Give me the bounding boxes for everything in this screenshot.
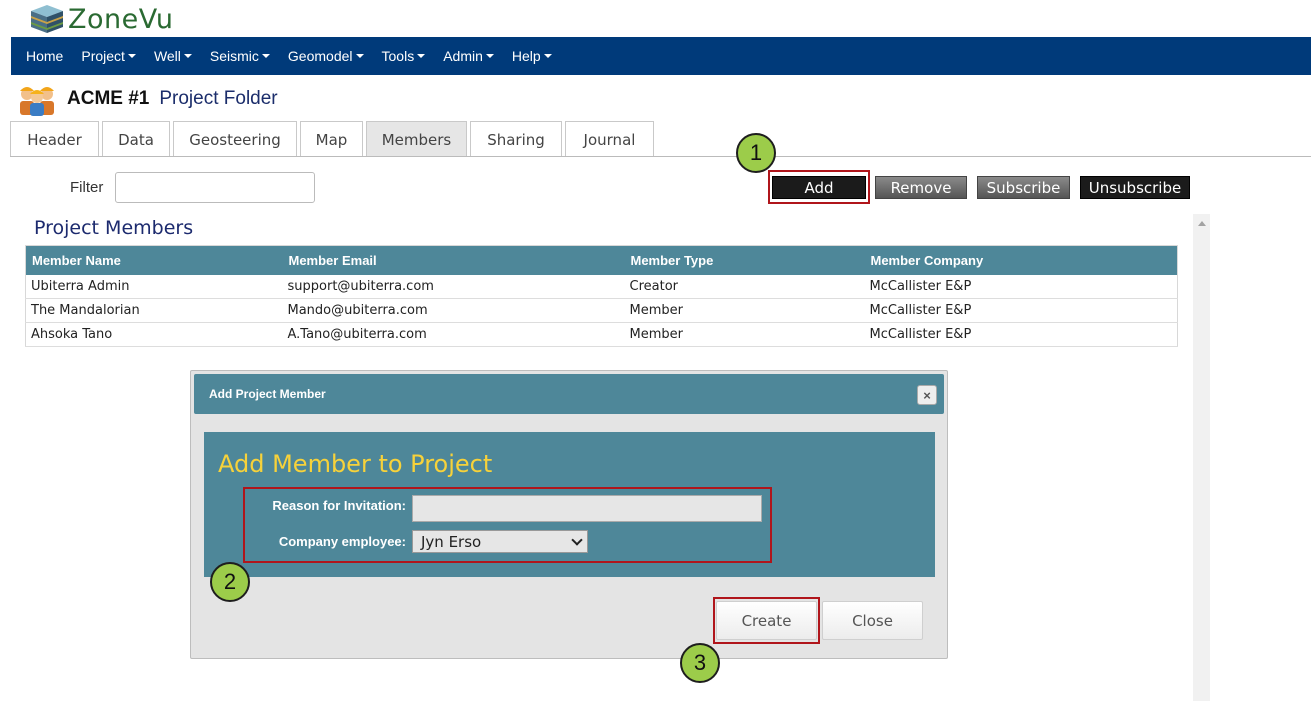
caret-down-icon bbox=[417, 54, 426, 58]
project-team-icon bbox=[17, 82, 59, 116]
scroll-up-icon[interactable] bbox=[1198, 221, 1206, 226]
remove-button[interactable]: Remove bbox=[875, 176, 967, 199]
step-marker-3: 3 bbox=[680, 643, 720, 683]
member-email-cell: support@ubiterra.com bbox=[282, 274, 625, 299]
tab-data[interactable]: Data bbox=[102, 121, 170, 157]
vertical-scrollbar[interactable] bbox=[1193, 214, 1210, 701]
member-type-cell: Member bbox=[624, 298, 865, 323]
add-button[interactable]: Add bbox=[772, 176, 866, 199]
caret-down-icon bbox=[261, 54, 270, 58]
members-section-title: Project Members bbox=[34, 217, 194, 239]
page-subtitle: Project Folder bbox=[159, 88, 278, 109]
dialog-header[interactable]: Add Project Member × bbox=[194, 374, 944, 414]
nav-well-label: Well bbox=[153, 48, 181, 64]
step-marker-2: 2 bbox=[210, 562, 250, 602]
nav-well[interactable]: Well bbox=[145, 48, 201, 64]
table-row[interactable]: Ubiterra Admin support@ubiterra.com Crea… bbox=[25, 274, 1178, 299]
nav-project-label: Project bbox=[81, 48, 125, 64]
nav-seismic[interactable]: Seismic bbox=[201, 48, 279, 64]
tab-header[interactable]: Header bbox=[10, 121, 99, 157]
member-company-cell: McCallister E&P bbox=[864, 298, 1178, 323]
member-email-cell: A.Tano@ubiterra.com bbox=[282, 322, 625, 347]
members-table: Member Name Member Email Member Type Mem… bbox=[25, 245, 1178, 347]
nav-tools-label: Tools bbox=[381, 48, 415, 64]
tabs-divider bbox=[10, 156, 1311, 157]
nav-home[interactable]: Home bbox=[17, 48, 72, 64]
col-header-member-name[interactable]: Member Name bbox=[25, 245, 283, 275]
caret-down-icon bbox=[543, 54, 552, 58]
table-row[interactable]: Ahsoka Tano A.Tano@ubiterra.com Member M… bbox=[25, 322, 1178, 347]
member-type-cell: Creator bbox=[624, 274, 865, 299]
tab-sharing[interactable]: Sharing bbox=[470, 121, 562, 157]
nav-home-label: Home bbox=[26, 48, 64, 64]
main-nav: Home Project Well Seismic Geomodel Tools… bbox=[11, 37, 1311, 75]
caret-down-icon bbox=[127, 54, 136, 58]
project-tabs: Header Data Geosteering Map Members Shar… bbox=[10, 121, 657, 157]
table-row[interactable]: The Mandalorian Mando@ubiterra.com Membe… bbox=[25, 298, 1178, 323]
highlight-create-button bbox=[713, 597, 820, 644]
app-name: ZoneVu bbox=[68, 3, 174, 35]
member-email-cell: Mando@ubiterra.com bbox=[282, 298, 625, 323]
col-header-member-type[interactable]: Member Type bbox=[624, 245, 865, 275]
nav-help-label: Help bbox=[511, 48, 541, 64]
nav-admin-label: Admin bbox=[443, 48, 483, 64]
caret-down-icon bbox=[183, 54, 192, 58]
nav-geomodel[interactable]: Geomodel bbox=[279, 48, 373, 64]
filter-input[interactable] bbox=[115, 172, 315, 203]
tab-members[interactable]: Members bbox=[366, 121, 467, 157]
member-company-cell: McCallister E&P bbox=[864, 274, 1178, 299]
nav-project[interactable]: Project bbox=[72, 48, 145, 64]
member-name-cell: Ahsoka Tano bbox=[25, 322, 283, 347]
member-company-cell: McCallister E&P bbox=[864, 322, 1178, 347]
step-marker-1: 1 bbox=[736, 133, 776, 173]
col-header-member-email[interactable]: Member Email bbox=[282, 245, 625, 275]
member-name-cell: The Mandalorian bbox=[25, 298, 283, 323]
subscribe-button[interactable]: Subscribe bbox=[977, 176, 1070, 199]
project-name: ACME #1 bbox=[67, 88, 150, 109]
caret-down-icon bbox=[485, 54, 494, 58]
unsubscribe-button[interactable]: Unsubscribe bbox=[1080, 176, 1190, 199]
nav-seismic-label: Seismic bbox=[209, 48, 259, 64]
close-icon[interactable]: × bbox=[917, 385, 937, 405]
filter-label: Filter bbox=[70, 179, 104, 196]
dialog-title: Add Project Member bbox=[209, 387, 326, 401]
nav-help[interactable]: Help bbox=[503, 48, 561, 64]
nav-tools[interactable]: Tools bbox=[373, 48, 435, 64]
stacked-layers-logo-icon bbox=[28, 3, 66, 35]
app-logo[interactable]: ZoneVu bbox=[28, 2, 174, 36]
caret-down-icon bbox=[355, 54, 364, 58]
tab-map[interactable]: Map bbox=[300, 121, 363, 157]
table-header-row: Member Name Member Email Member Type Mem… bbox=[25, 245, 1178, 275]
member-name-cell: Ubiterra Admin bbox=[25, 274, 283, 299]
tab-geosteering[interactable]: Geosteering bbox=[173, 121, 297, 157]
add-project-member-dialog: Add Project Member × Add Member to Proje… bbox=[190, 370, 948, 659]
nav-geomodel-label: Geomodel bbox=[287, 48, 353, 64]
tab-journal[interactable]: Journal bbox=[565, 121, 654, 157]
member-type-cell: Member bbox=[624, 322, 865, 347]
page-title: ACME #1 Project Folder bbox=[17, 82, 278, 116]
dialog-heading: Add Member to Project bbox=[218, 450, 493, 478]
close-button[interactable]: Close bbox=[822, 601, 923, 640]
nav-admin[interactable]: Admin bbox=[434, 48, 503, 64]
highlight-form-fields bbox=[243, 487, 772, 563]
col-header-member-company[interactable]: Member Company bbox=[864, 245, 1178, 275]
